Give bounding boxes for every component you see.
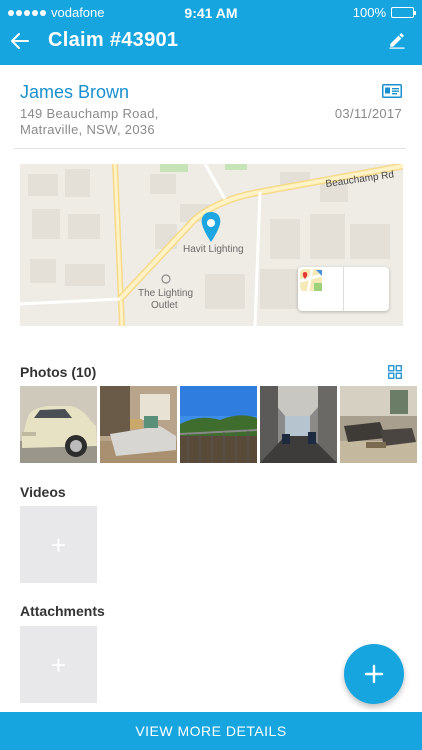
place-label-havit: Havit Lighting (183, 244, 244, 255)
map-action-buttons (298, 267, 389, 311)
add-video-button[interactable]: + (20, 506, 97, 583)
address-line-1: 149 Beauchamp Road, (20, 106, 159, 121)
app-header: vodafone 9:41 AM 100% Claim #43901 (0, 0, 422, 65)
address-line-2: Matraville, NSW, 2036 (20, 122, 155, 137)
plus-icon (364, 664, 384, 684)
photo-thumbnail[interactable] (340, 386, 417, 463)
place-label-lighting: The Lighting (138, 288, 193, 299)
arrow-left-icon[interactable] (8, 29, 32, 53)
page-title: Claim #43901 (48, 29, 179, 51)
photo-thumbnail[interactable] (100, 386, 177, 463)
photo-strip (20, 386, 422, 463)
attachments-title: Attachments (20, 603, 105, 619)
photo-thumbnail[interactable] (260, 386, 337, 463)
maps-app-icon (299, 268, 323, 292)
battery-indicator: 100% (352, 5, 416, 20)
photo-thumbnail[interactable] (20, 386, 97, 463)
location-map[interactable]: Beauchamp Rd Havit Lighting The Lighting… (20, 164, 403, 326)
contact-card-icon[interactable] (382, 84, 402, 98)
place-label-outlet: Outlet (151, 300, 178, 311)
view-more-details-button[interactable]: VIEW MORE DETAILS (0, 712, 422, 750)
nav-bar: Claim #43901 (0, 25, 422, 65)
divider (14, 148, 406, 149)
pencil-icon[interactable] (388, 31, 406, 49)
plus-icon: + (50, 529, 67, 560)
battery-icon (391, 7, 416, 18)
videos-title: Videos (20, 484, 66, 500)
add-attachment-button[interactable]: + (20, 626, 97, 703)
battery-percent: 100% (352, 5, 386, 20)
claim-date: 03/11/2017 (334, 106, 402, 121)
claim-address: 149 Beauchamp Road, Matraville, NSW, 203… (20, 106, 159, 138)
photo-thumbnail[interactable] (180, 386, 257, 463)
claimant-name[interactable]: James Brown (20, 82, 129, 103)
photos-title: Photos (10) (20, 364, 97, 380)
grid-view-icon[interactable] (388, 365, 402, 379)
add-fab-button[interactable] (344, 644, 404, 704)
plus-icon: + (50, 649, 67, 680)
open-maps-button[interactable] (299, 267, 388, 311)
status-bar: vodafone 9:41 AM 100% (0, 0, 422, 25)
